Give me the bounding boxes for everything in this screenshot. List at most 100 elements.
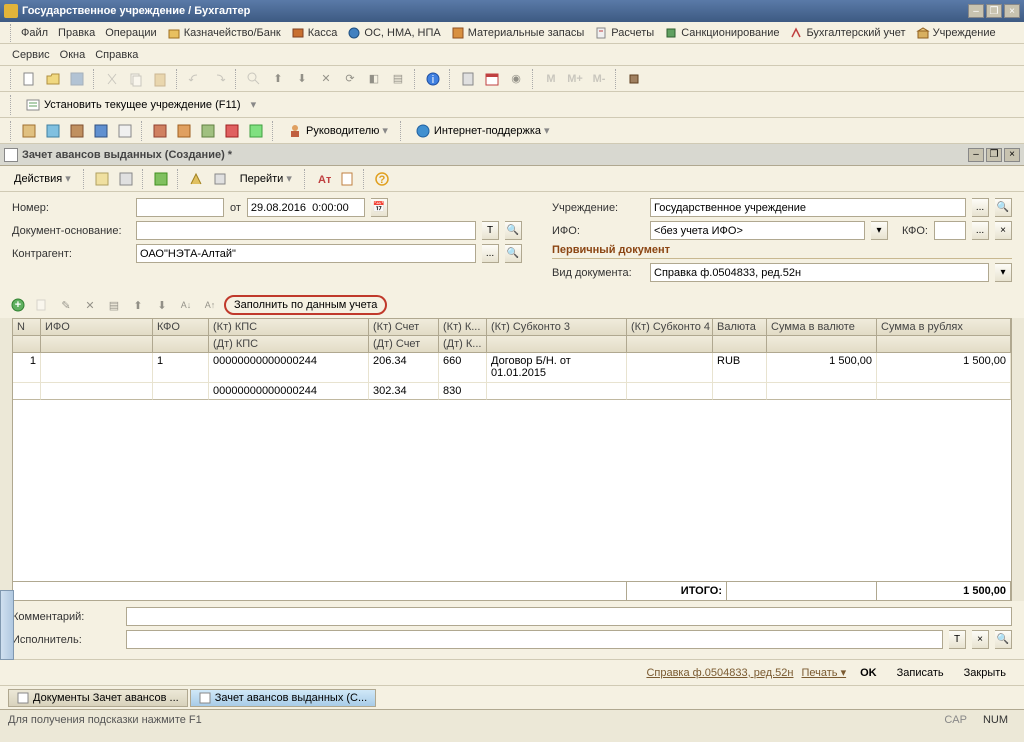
col-dt-kps[interactable]: (Дт) КПС [209,336,369,352]
basis-search-button[interactable]: 🔍 [505,221,522,240]
col-sum-cur[interactable]: Сумма в валюте [767,319,877,335]
save-doc-button[interactable]: Записать [891,665,950,681]
menu-help[interactable]: Справка [91,47,142,63]
menu-institution[interactable]: Учреждение [912,24,1000,42]
doc-restore-button[interactable]: ❐ [986,148,1002,162]
counterparty-select-button[interactable]: ... [482,244,499,263]
menu-cash[interactable]: Касса [287,24,342,42]
rep-btn-10[interactable] [246,121,266,141]
comment-input[interactable] [126,607,1012,626]
kfo-clear-button[interactable]: × [995,221,1012,240]
table-row[interactable]: 1 1 00000000000000244 206.34 660 Договор… [13,353,1011,383]
menu-service[interactable]: Сервис [8,47,54,63]
rep-btn-5[interactable] [115,121,135,141]
executor-t-button[interactable]: T [949,630,966,649]
executor-input[interactable] [126,630,943,649]
restore-button[interactable]: ❐ [986,4,1002,18]
col-dt-acc[interactable]: (Дт) Счет [369,336,439,352]
menu-assets[interactable]: ОС, НМА, НПА [343,24,444,42]
basis-input[interactable] [136,221,476,240]
btn-f[interactable]: ▤ [388,69,408,89]
m-button[interactable]: M [541,69,561,89]
actions-dropdown[interactable]: Действия ▾ [8,170,77,187]
col-kt-kps[interactable]: (Кт) КПС [209,319,369,335]
col-kfo[interactable]: КФО [153,319,209,335]
save-button[interactable] [67,69,87,89]
btn-g[interactable]: ◉ [506,69,526,89]
rep-btn-2[interactable] [43,121,63,141]
date-picker-button[interactable]: 📅 [371,198,388,217]
set-institution-button[interactable]: Установить текущее учреждение (F11) [19,95,247,115]
menu-windows[interactable]: Окна [56,47,90,63]
institution-search-button[interactable]: 🔍 [995,198,1012,217]
close-button[interactable]: × [1004,4,1020,18]
paste-button[interactable] [150,69,170,89]
menu-accounting[interactable]: Бухгалтерский учет [785,24,909,42]
sort-desc-button[interactable]: A↑ [200,295,220,315]
copy-button[interactable] [126,69,146,89]
col-kt-sub3[interactable]: (Кт) Субконто 3 [487,319,627,335]
col-n[interactable]: N [13,319,41,335]
menu-file[interactable]: Файл [17,25,52,41]
doc-help-button[interactable]: ? [372,169,392,189]
copy-row-button[interactable] [32,295,52,315]
minimize-button[interactable]: – [968,4,984,18]
col-sum-rub[interactable]: Сумма в рублях [877,319,1011,335]
btn-d[interactable]: ⟳ [340,69,360,89]
rep-btn-7[interactable] [174,121,194,141]
open-button[interactable] [43,69,63,89]
btn-c[interactable]: ✕ [316,69,336,89]
doc-tb-5[interactable] [210,169,230,189]
col-kt-k[interactable]: (Кт) К... [439,319,487,335]
rep-btn-8[interactable] [198,121,218,141]
settings-button[interactable] [624,69,644,89]
undo-button[interactable] [185,69,205,89]
ifo-input[interactable] [650,221,865,240]
table-body[interactable]: 1 1 00000000000000244 206.34 660 Договор… [13,353,1011,581]
btn-e[interactable]: ◧ [364,69,384,89]
print-dropdown[interactable]: Печать ▾ [801,666,846,679]
move-up-button[interactable]: ⬆ [128,295,148,315]
delete-row-button[interactable]: ✕ [80,295,100,315]
kfo-select-button[interactable]: ... [972,221,989,240]
calendar-button[interactable] [482,69,502,89]
doc-tb-2[interactable] [116,169,136,189]
col-kt-acc[interactable]: (Кт) Счет [369,319,439,335]
edit-row-button[interactable]: ✎ [56,295,76,315]
col-currency[interactable]: Валюта [713,319,767,335]
table-row-sub[interactable]: 00000000000000244 302.34 830 [13,383,1011,400]
menu-calculations[interactable]: Расчеты [590,24,658,42]
m-plus-button[interactable]: M+ [565,69,585,89]
manager-dropdown[interactable]: Руководителю ▾ [281,121,394,141]
doc-type-input[interactable] [650,263,989,282]
menu-sanctioning[interactable]: Санкционирование [660,24,783,42]
doc-close-button[interactable]: × [1004,148,1020,162]
find-button[interactable] [244,69,264,89]
counterparty-search-button[interactable]: 🔍 [505,244,522,263]
basis-t-button[interactable]: T [482,221,499,240]
doc-ref-link[interactable]: Справка ф.0504833, ред.52н [646,667,793,679]
menu-materials[interactable]: Материальные запасы [447,24,589,42]
menu-edit[interactable]: Правка [54,25,99,41]
doc-minimize-button[interactable]: – [968,148,984,162]
goto-dropdown[interactable]: Перейти ▾ [234,170,298,187]
rep-btn-3[interactable] [67,121,87,141]
rep-btn-6[interactable] [150,121,170,141]
btn-b[interactable]: ⬇ [292,69,312,89]
doc-tb-7[interactable] [337,169,357,189]
menu-operations[interactable]: Операции [101,25,160,41]
ok-button[interactable]: OK [854,665,883,681]
calc-button[interactable] [458,69,478,89]
m-minus-button[interactable]: M- [589,69,609,89]
close-doc-button[interactable]: Закрыть [958,665,1012,681]
rep-btn-9[interactable] [222,121,242,141]
institution-input[interactable] [650,198,966,217]
doc-tb-1[interactable] [92,169,112,189]
sort-asc-button[interactable]: A↓ [176,295,196,315]
cut-button[interactable] [102,69,122,89]
add-row-button[interactable]: + [8,295,28,315]
support-dropdown[interactable]: Интернет-поддержка ▾ [409,121,556,141]
executor-search-button[interactable]: 🔍 [995,630,1012,649]
doc-tb-3[interactable] [151,169,171,189]
redo-button[interactable] [209,69,229,89]
